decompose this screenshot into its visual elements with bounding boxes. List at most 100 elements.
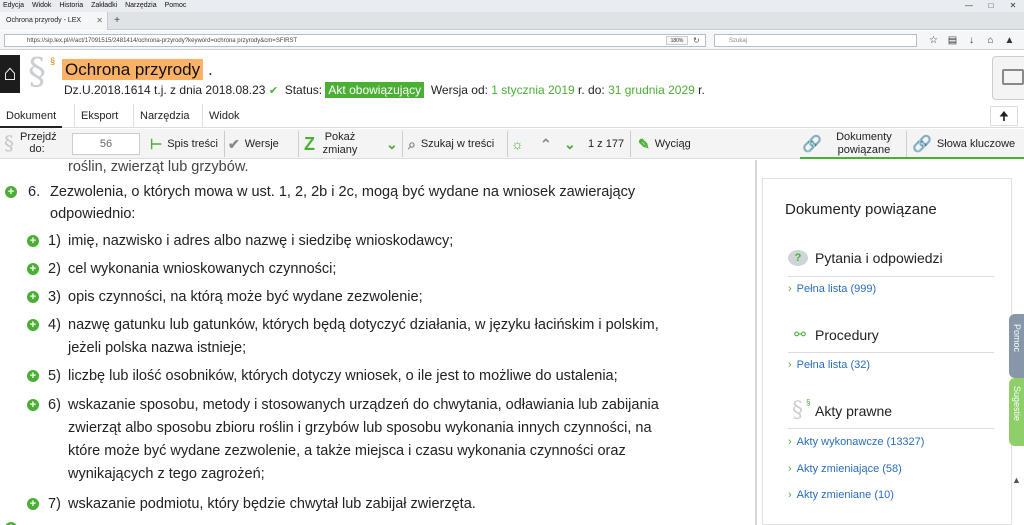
browser-search-input[interactable]: Szukaj	[714, 34, 917, 47]
home-icon[interactable]: ⌂	[0, 55, 20, 93]
menu-widok[interactable]: Widok	[29, 0, 54, 12]
expand-plus-icon[interactable]: +	[27, 291, 39, 303]
highlight-button[interactable]: ☼	[511, 129, 529, 159]
expand-plus-icon[interactable]: +	[27, 263, 39, 275]
goto-input[interactable]: 56	[72, 133, 140, 155]
toolbar-separator	[298, 131, 299, 157]
url-bar[interactable]: https://sip.lex.pl/#/act/17091515/248141…	[4, 34, 706, 47]
version-to-link[interactable]: 31 grudnia 2029	[608, 83, 695, 97]
document-title: Ochrona przyrody	[62, 59, 204, 80]
chevron-right-icon: ›	[788, 283, 792, 295]
download-icon[interactable]: ↓	[962, 33, 981, 48]
link-icon: 🔗	[802, 135, 822, 153]
acts-amending-link[interactable]: › Akty zmieniające (58)	[788, 463, 902, 475]
toc-label: Spis treści	[167, 138, 218, 150]
scroll-top-button[interactable]: 🠉	[990, 106, 1018, 126]
paragraph-sup-icon: §	[806, 398, 811, 407]
keywords-button[interactable]: 🔗 Słowa kluczowe	[912, 129, 1015, 159]
next-hit-button[interactable]: ⌄	[564, 129, 581, 159]
expand-plus-icon[interactable]: +	[27, 399, 39, 411]
search-in-label: Szukaj w treści	[420, 138, 495, 150]
maximize-icon[interactable]: □	[980, 0, 1002, 12]
home-browser-icon[interactable]: ⌂	[981, 33, 1000, 48]
paragraph-number: 6.	[28, 184, 41, 200]
expand-plus-icon[interactable]: +	[5, 186, 17, 198]
tab-dokument[interactable]: Dokument	[0, 104, 63, 128]
close-window-icon[interactable]: ✕	[1002, 0, 1024, 12]
bookmarks-list-icon[interactable]: ▤	[943, 33, 962, 48]
toc-button[interactable]: ⊢ Spis treści	[150, 129, 218, 159]
chevron-up-icon: ⌃	[540, 135, 552, 152]
expand-plus-icon[interactable]: +	[27, 319, 39, 331]
browser-tab[interactable]: Ochrona przyrody - LEX ✕	[0, 12, 108, 30]
menu-historia[interactable]: Historia	[56, 0, 86, 12]
acts-executive-link[interactable]: › Akty wykonawcze (13327)	[788, 436, 924, 448]
tab-close-icon[interactable]: ✕	[96, 12, 103, 30]
folder-button[interactable]	[992, 56, 1024, 100]
menu-edycja[interactable]: Edycja	[0, 0, 27, 12]
extract-button[interactable]: ✎ Wyciąg	[638, 129, 691, 159]
document-content: roślin, zwierząt lub grzybów. + 6. Zezwo…	[0, 160, 756, 525]
related-docs-button[interactable]: 🔗 Dokumenty powiązane	[802, 129, 901, 159]
item-number: 1)	[48, 233, 61, 249]
menu-narzedzia[interactable]: Narzędzia	[122, 0, 160, 12]
tab-narzedzia[interactable]: Narzędzia	[133, 104, 196, 128]
procedures-title: Procedury	[815, 327, 879, 343]
help-side-tab[interactable]: Pomoc	[1009, 314, 1024, 378]
section-rule	[788, 352, 994, 353]
suggestions-side-tab[interactable]: Sugestie	[1009, 378, 1024, 446]
proc-full-list-link[interactable]: › Pełna lista (32)	[788, 359, 870, 371]
acts-link-label: Akty zmieniające (58)	[796, 463, 902, 475]
content-divider[interactable]	[755, 160, 757, 525]
hamburger-menu-icon[interactable]: ☰	[1019, 33, 1024, 48]
prev-hit-button[interactable]: ⌃	[540, 129, 557, 159]
show-changes-button[interactable]: Z Pokaż zmiany	[304, 129, 360, 159]
panel-scrollbar[interactable]: ▲	[1012, 475, 1024, 525]
paragraph-icon: §	[28, 52, 46, 93]
chevron-down-icon[interactable]: ✔	[269, 85, 278, 97]
section-rule	[788, 276, 994, 277]
paragraph-text: Zezwolenia, o których mowa w ust. 1, 2, …	[50, 184, 636, 200]
acts-amended-link[interactable]: › Akty zmieniane (10)	[788, 489, 894, 501]
item-text: jeżeli polska nazwa istnieje;	[68, 340, 247, 356]
tab-eksport[interactable]: Eksport	[74, 104, 124, 128]
version-from-link[interactable]: 1 stycznia 2019	[491, 83, 574, 97]
hit-counter: 1 z 177	[588, 129, 624, 159]
menu-pomoc[interactable]: Pomoc	[162, 0, 190, 12]
item-number: 4)	[48, 317, 61, 333]
help-tab-label: Pomoc	[1012, 324, 1022, 353]
share-icon[interactable]: ▲	[1000, 33, 1019, 48]
reload-icon[interactable]: ↻	[693, 34, 700, 47]
bookmark-star-icon[interactable]: ☆	[924, 33, 943, 48]
zoom-indicator[interactable]: 180%	[666, 36, 688, 45]
expand-plus-icon[interactable]: +	[27, 498, 39, 510]
minimize-icon[interactable]: —	[958, 0, 980, 12]
new-tab-button[interactable]: +	[110, 12, 124, 30]
search-in-text-button[interactable]: ⌕ Szukaj w treści	[408, 129, 494, 159]
versions-button[interactable]: ✔ Wersje	[228, 129, 279, 159]
active-tab-indicator	[800, 157, 1024, 159]
status-label: Status:	[284, 83, 323, 97]
section-rule	[788, 428, 994, 429]
menu-zakladki[interactable]: Zakładki	[88, 0, 120, 12]
versions-label: Wersje	[244, 138, 279, 150]
document-meta: Dz.U.2018.1614 t.j. z dnia 2018.08.23 ✔ …	[64, 82, 705, 99]
goto-label: Przejdź do:	[20, 131, 57, 155]
qa-full-list-link[interactable]: › Pełna lista (999)	[788, 283, 876, 295]
acts-link-label: Akty wykonawcze (13327)	[796, 436, 925, 448]
expand-plus-icon[interactable]: +	[27, 235, 39, 247]
extract-label: Wyciąg	[654, 138, 691, 150]
changes-z-icon: Z	[304, 133, 315, 154]
browser-toolbar-icons: ☆ ▤ ↓ ⌂ ▲ ☰	[924, 33, 1024, 48]
browser-menubar: Edycja Widok Historia Zakładki Narzędzia…	[0, 0, 1024, 12]
tab-widok[interactable]: Widok	[202, 104, 246, 128]
related-docs-label: Dokumenty powiązane	[836, 131, 892, 156]
item-text: opis czynności, na którą może być wydane…	[68, 289, 423, 305]
qa-link-label: Pełna lista (999)	[796, 283, 877, 295]
expand-plus-icon[interactable]: +	[27, 370, 39, 382]
item-number: 6)	[48, 397, 61, 413]
link-icon: 🔗	[912, 136, 932, 153]
chevron-down-icon: ⌄	[386, 135, 398, 152]
chevron-right-icon: ›	[788, 489, 792, 501]
changes-dropdown[interactable]: ⌄	[386, 129, 403, 159]
